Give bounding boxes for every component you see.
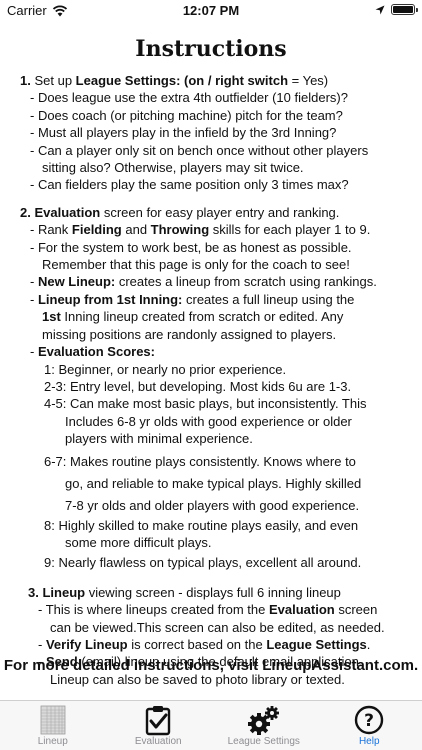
location-arrow-icon [375,5,385,14]
tab-help[interactable]: ? Help [317,701,422,750]
page-title: Instructions [135,36,287,62]
tab-label-lineup: Lineup [37,736,68,747]
lineup-sheet-icon [40,705,66,735]
league-item-4: - Can a player only sit on bench once wi… [30,142,369,176]
svg-text:?: ? [364,711,374,731]
first-inning-line: - Lineup from 1st Inning: creates a full… [30,291,355,342]
instructions-content: Instructions 1. Set up League Settings: … [0,36,422,688]
lineup-where-line: - This is where lineups created from the… [38,602,385,635]
new-lineup-line: - New Lineup: creates a lineup from scra… [30,274,377,290]
section-evaluation: 2. Evaluation screen for easy player ent… [20,204,412,572]
section-league-settings: 1. Set up League Settings: (on / right s… [20,72,412,194]
score-1: 1: Beginner, or nearly no prior experien… [44,361,287,377]
score-9: 9: Nearly flawless on typical plays, exc… [44,555,362,571]
battery-fill [393,6,413,13]
score-2-3: 2-3: Entry level, but developing. Most k… [44,378,352,394]
honesty-note: - For the system to work best, be as hon… [30,239,352,273]
rank-skills-line: - Rank Fielding and Throwing skills for … [30,222,371,238]
status-right [375,4,418,15]
score-6-7: 6-7: Makes routine plays consistently. K… [44,453,362,513]
tab-bar: Lineup Evaluation League Settings ? Help [0,700,422,750]
league-item-2: - Does coach (or pitching machine) pitch… [30,107,343,123]
tab-label-evaluation: Evaluation [134,736,182,747]
status-bar: Carrier 12:07 PM [0,0,422,22]
battery-icon [391,4,418,15]
tab-league-settings[interactable]: League Settings [211,701,317,750]
section-2-heading: 2. Evaluation screen for easy player ent… [20,204,340,220]
league-item-1: - Does league use the extra 4th outfield… [30,90,348,106]
gears-icon [247,706,279,735]
section-3-heading: 3. Lineup viewing screen - displays full… [28,584,341,600]
section-1-heading: 1. Set up League Settings: (on / right s… [20,73,329,88]
league-item-5: - Can fielders play the same position on… [30,177,349,193]
verify-lineup-line: - Verify Lineup is correct based on the … [38,636,371,652]
help-icon: ? [355,705,384,735]
tab-label-help: Help [358,736,380,747]
tab-label-league-settings: League Settings [227,736,300,747]
score-8: 8: Highly skilled to make routine plays … [44,517,359,550]
evaluation-scores-heading: - Evaluation Scores: [30,344,155,360]
tab-evaluation[interactable]: Evaluation [106,701,212,750]
website-link[interactable]: For more detailed instructions, visit Li… [0,657,422,674]
score-4-5: 4-5: Can make most basic plays, but inco… [44,396,367,447]
status-time: 12:07 PM [182,3,240,18]
checklist-icon [146,706,171,736]
league-item-3: - Must all players play in the infield b… [30,125,337,141]
tab-lineup[interactable]: Lineup [0,701,106,750]
